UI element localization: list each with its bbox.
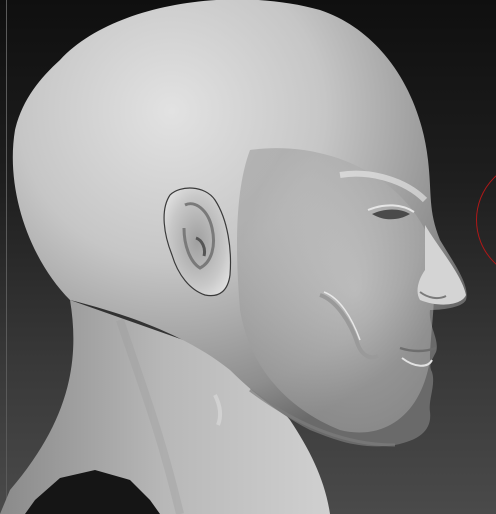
head-model[interactable] [0, 0, 496, 514]
sculpt-viewport[interactable] [0, 0, 496, 514]
